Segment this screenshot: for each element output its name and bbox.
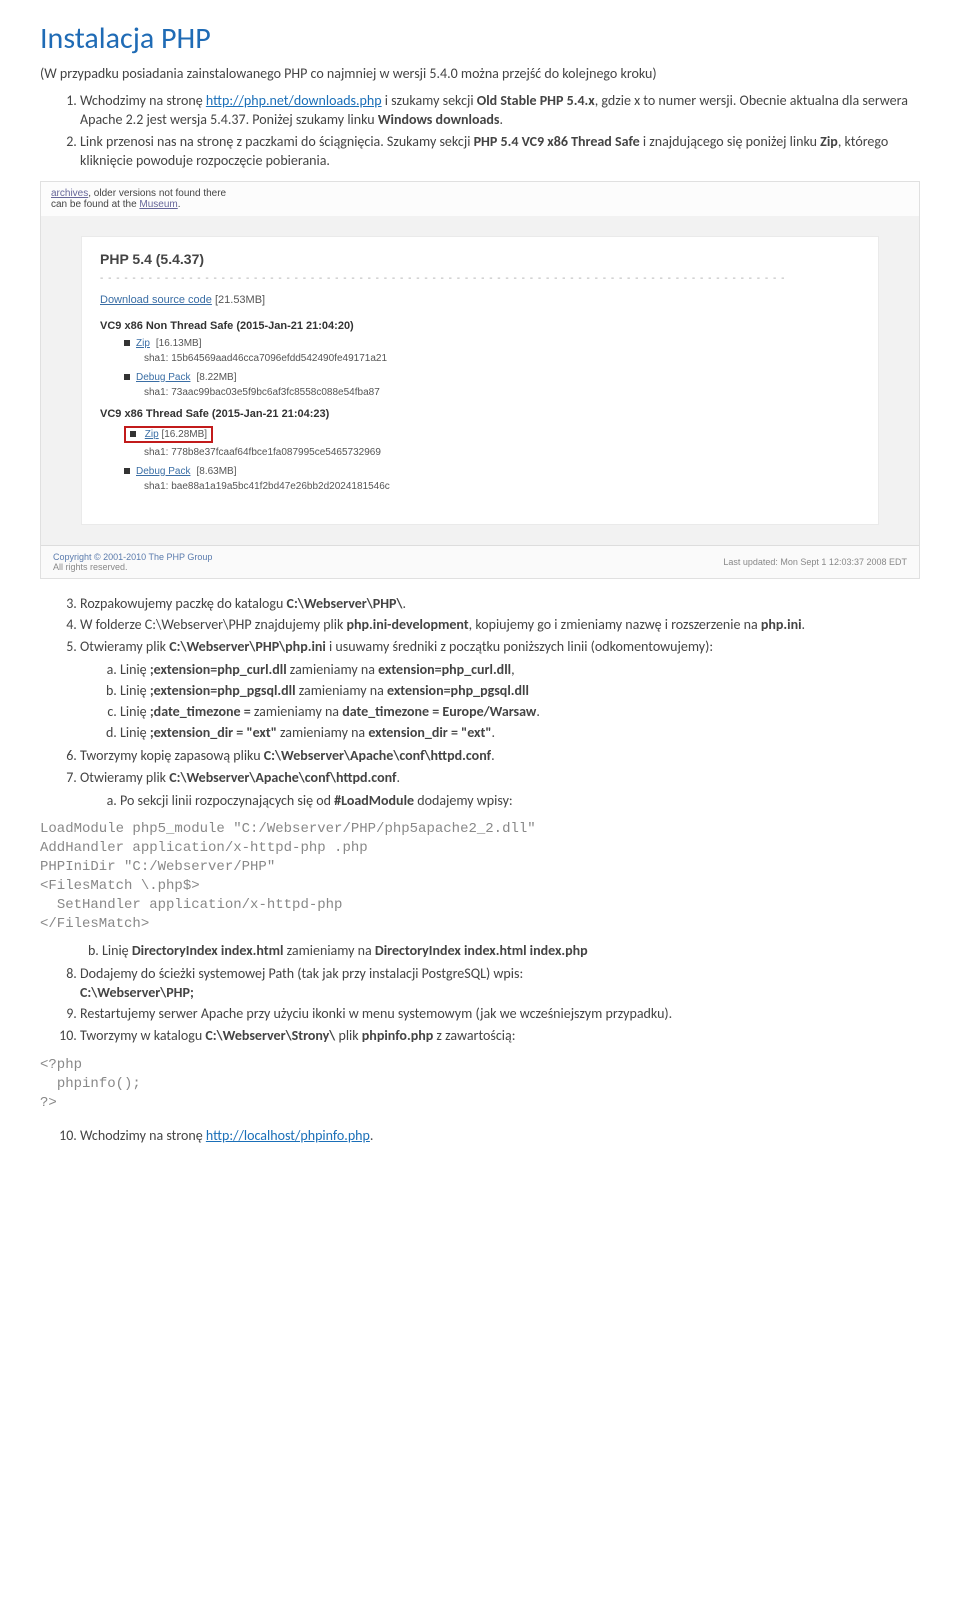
step-7: Otwieramy plik C:\Webserver\Apache\conf\… xyxy=(80,769,920,811)
step-9: Restartujemy serwer Apache przy użyciu i… xyxy=(80,1005,920,1024)
page-title: Instalacja PHP xyxy=(40,20,920,57)
bullet-icon xyxy=(130,431,136,437)
nts-dbg-sha: sha1: 73aac99bac03e5f9bc6af3fc8558c088e5… xyxy=(144,387,860,398)
ss-source-line: Download source code [21.53MB] xyxy=(100,294,860,306)
step-5c: Linię ;date_timezone = zamieniamy na dat… xyxy=(120,703,920,722)
bullet-icon xyxy=(124,340,130,346)
ts-dbg-sha: sha1: bae88a1a19a5bc41f2bd47e26bb2d20241… xyxy=(144,481,860,492)
steps-list-final: Wchodzimy na stronę http://localhost/php… xyxy=(40,1127,920,1146)
ss-footer: Copyright © 2001-2010 The PHP Group All … xyxy=(41,545,919,578)
step-10b: Wchodzimy na stronę http://localhost/php… xyxy=(80,1127,920,1146)
nts-zip-item: Zip [16.13MB] xyxy=(124,338,860,349)
step-7b: Linię DirectoryIndex index.html zamienia… xyxy=(102,942,920,961)
step-10: Tworzymy w katalogu C:\Webserver\Strony\… xyxy=(80,1027,920,1046)
ts-debug-link[interactable]: Debug Pack xyxy=(136,466,190,477)
ss-card: PHP 5.4 (5.4.37) - - - - - - - - - - - -… xyxy=(81,236,879,525)
step-7-sub-b: Linię DirectoryIndex index.html zamienia… xyxy=(62,942,920,961)
intro-note: (W przypadku posiadania zainstalowanego … xyxy=(40,65,920,82)
nts-zip-link[interactable]: Zip xyxy=(136,338,150,349)
step-5-sub: Linię ;extension=php_curl.dll zamieniamy… xyxy=(80,661,920,743)
step-5: Otwieramy plik C:\Webserver\PHP\php.ini … xyxy=(80,638,920,742)
ts-zip-item: Zip [16.28MB] xyxy=(124,426,860,443)
source-download-link[interactable]: Download source code xyxy=(100,294,212,306)
ts-zip-sha: sha1: 778b8e37fcaaf64fbce1fa087995ce5465… xyxy=(144,447,860,458)
nts-heading: VC9 x86 Non Thread Safe (2015-Jan-21 21:… xyxy=(100,320,860,332)
steps-list-mid: Rozpakowujemy paczkę do katalogu C:\Webs… xyxy=(40,595,920,811)
php-windows-screenshot: archives, older versions not found there… xyxy=(40,181,920,579)
ts-zip-link[interactable]: Zip xyxy=(145,429,159,440)
bullet-icon xyxy=(124,468,130,474)
step-2: Link przenosi nas na stronę z paczkami d… xyxy=(80,133,920,171)
nts-debug-link[interactable]: Debug Pack xyxy=(136,372,190,383)
step-8: Dodajemy do ścieżki systemowej Path (tak… xyxy=(80,965,920,1003)
step-3: Rozpakowujemy paczkę do katalogu C:\Webs… xyxy=(80,595,920,614)
nts-zip-sha: sha1: 15b64569aad46cca7096efdd542490fe49… xyxy=(144,353,860,364)
step-5d: Linię ;extension_dir = "ext" zamieniamy … xyxy=(120,724,920,743)
ts-heading: VC9 x86 Thread Safe (2015-Jan-21 21:04:2… xyxy=(100,408,860,420)
php-downloads-link[interactable]: http://php.net/downloads.php xyxy=(206,92,382,109)
step-6: Tworzymy kopię zapasową pliku C:\Webserv… xyxy=(80,747,920,766)
step-4: W folderze C:\Webserver\PHP znajdujemy p… xyxy=(80,616,920,635)
ss-card-title: PHP 5.4 (5.4.37) xyxy=(100,251,860,267)
bullet-icon xyxy=(124,374,130,380)
code-block-httpd: LoadModule php5_module "C:/Webserver/PHP… xyxy=(40,820,920,933)
code-block-phpinfo: <?php phpinfo(); ?> xyxy=(40,1056,920,1113)
step-5a: Linię ;extension=php_curl.dll zamieniamy… xyxy=(120,661,920,680)
step-5b: Linię ;extension=php_pgsql.dll zamieniam… xyxy=(120,682,920,701)
step-1: Wchodzimy na stronę http://php.net/downl… xyxy=(80,92,920,130)
steps-list-bottom: Linię DirectoryIndex index.html zamienia… xyxy=(40,942,920,1046)
step-7a: Po sekcji linii rozpoczynających się od … xyxy=(120,792,920,811)
steps-list-top: Wchodzimy na stronę http://php.net/downl… xyxy=(40,92,920,171)
localhost-phpinfo-link[interactable]: http://localhost/phpinfo.php xyxy=(206,1127,370,1144)
ss-top-note: archives, older versions not found there… xyxy=(41,182,919,216)
highlighted-zip: Zip [16.28MB] xyxy=(124,426,213,443)
ts-dbg-item: Debug Pack [8.63MB] xyxy=(124,466,860,477)
nts-dbg-item: Debug Pack [8.22MB] xyxy=(124,372,860,383)
step-7-sub: Po sekcji linii rozpoczynających się od … xyxy=(80,792,920,811)
